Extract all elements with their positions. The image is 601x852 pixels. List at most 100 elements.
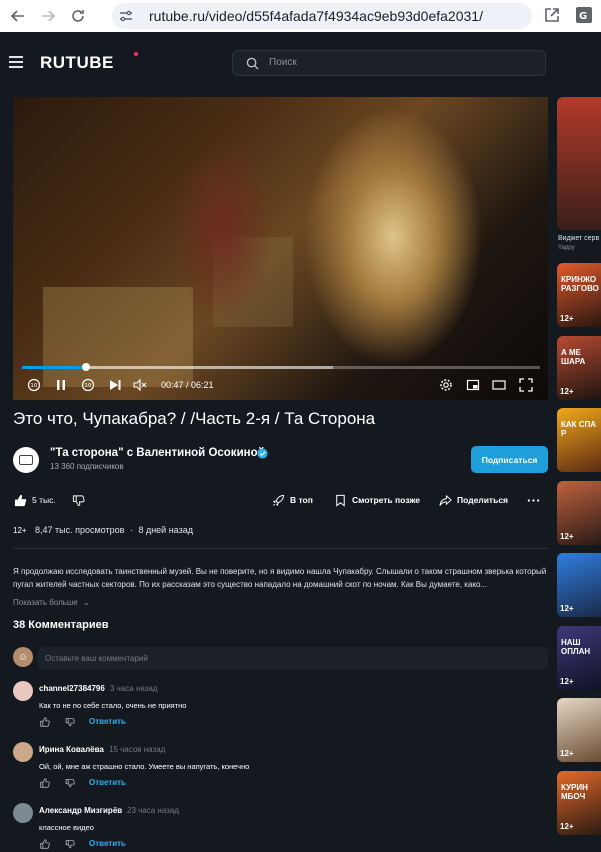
pause-icon[interactable] (54, 378, 68, 392)
watch-later-button[interactable]: Смотреть позже (334, 492, 420, 508)
recommended-video-thumb[interactable]: А МЕ ШАРА 12+ (557, 336, 601, 400)
watch-later-label: Смотреть позже (352, 495, 420, 505)
comment-like-icon[interactable] (40, 778, 50, 788)
thumb-age-badge: 12+ (560, 387, 574, 396)
search-input[interactable]: Поиск (232, 50, 546, 76)
url-text: rutube.ru/video/d55f4afada7f4934ac9eb93d… (149, 8, 483, 24)
back-icon[interactable] (8, 6, 28, 26)
settings-gear-icon[interactable] (439, 378, 453, 392)
thumb-caption: КАК СПА Р (561, 420, 597, 438)
search-placeholder: Поиск (269, 57, 297, 68)
top-button[interactable]: В топ (272, 492, 313, 508)
show-more-label: Показать больше (13, 598, 78, 607)
like-count: 5 тыс. (32, 495, 56, 505)
show-more-link[interactable]: Показать больше ⌄ (13, 598, 90, 607)
rutube-logo[interactable]: RUTUBE (40, 53, 114, 73)
progress-scrubber[interactable] (81, 363, 90, 371)
comment-author[interactable]: Ирина Ковалёва (39, 745, 104, 754)
volume-muted-icon[interactable] (133, 378, 147, 392)
thumb-age-badge: 12+ (560, 604, 574, 613)
hamburger-menu-icon[interactable] (9, 56, 23, 68)
svg-text:10: 10 (84, 383, 91, 389)
comment-dislike-icon[interactable] (65, 717, 75, 727)
translate-icon[interactable]: G (575, 6, 593, 24)
age-rating-badge: 12+ (13, 526, 27, 535)
thumbs-up-icon (14, 494, 27, 506)
video-description: Я продолжаю исследовать таинственный муз… (13, 567, 547, 589)
comments-heading: 38 Комментариев (13, 619, 109, 631)
comment-avatar[interactable] (13, 803, 33, 823)
search-icon (246, 57, 259, 70)
subscribe-button[interactable]: Подписаться (471, 446, 548, 473)
more-options-button[interactable] (527, 492, 540, 508)
verified-badge-icon (257, 448, 268, 459)
widget-title[interactable]: Виджет серв (558, 235, 599, 242)
more-dots-icon (527, 498, 540, 502)
progress-played (22, 366, 86, 369)
comment-text: Ой, ой, мне аж страшно стало. Умеете вы … (39, 762, 250, 771)
share-icon (439, 494, 452, 506)
recommended-video-thumb[interactable]: КУРИН МБОЧ 12+ (557, 771, 601, 835)
comment-reply-button[interactable]: Ответить (89, 839, 126, 848)
recommended-video-thumb[interactable]: КАК СПА Р (557, 408, 601, 472)
comment-like-icon[interactable] (40, 839, 50, 849)
video-frame-detail (43, 287, 193, 387)
recommended-video-thumb[interactable]: НАШ ОПЛАН 12+ (557, 626, 601, 690)
fullscreen-icon[interactable] (519, 378, 533, 392)
comment-time: 15 часов назад (109, 745, 166, 754)
comment-reply-button[interactable]: Ответить (89, 717, 126, 726)
current-user-avatar: ☺ (13, 647, 33, 667)
comment-reply-button[interactable]: Ответить (89, 778, 126, 787)
rewind-10-icon[interactable]: 10 (27, 378, 41, 392)
recommended-video-thumb[interactable]: КРИНЖО РАЗГОВО 12+ (557, 263, 601, 327)
comment-like-icon[interactable] (40, 717, 50, 727)
browser-toolbar: rutube.ru/video/d55f4afada7f4934ac9eb93d… (0, 0, 601, 32)
next-icon[interactable] (108, 378, 122, 392)
logo-dot (134, 52, 138, 56)
svg-text:10: 10 (30, 383, 37, 389)
theater-mode-icon[interactable] (492, 378, 506, 392)
comment-dislike-icon[interactable] (65, 778, 75, 788)
share-button[interactable]: Поделиться (439, 492, 508, 508)
like-button[interactable]: 5 тыс. (14, 492, 56, 508)
picture-in-picture-icon[interactable] (466, 378, 480, 392)
site-settings-icon[interactable] (118, 8, 134, 24)
thumb-age-badge: 12+ (560, 532, 574, 541)
comment-author[interactable]: channel27384796 (39, 684, 105, 693)
view-count: 8,47 тыс. просмотров (35, 525, 125, 535)
thumb-caption: КУРИН МБОЧ (561, 783, 588, 801)
thumb-age-badge: 12+ (560, 749, 574, 758)
forward-icon[interactable] (38, 6, 58, 26)
meta-separator: · (129, 525, 133, 535)
video-player[interactable] (13, 97, 548, 400)
dislike-button[interactable] (72, 492, 85, 508)
comment-input[interactable]: Оставьте ваш комментарий (38, 647, 548, 669)
svg-text:G: G (579, 11, 587, 22)
thumbs-down-icon (72, 494, 85, 506)
recommended-video-thumb[interactable]: 12+ (557, 698, 601, 762)
video-frame-detail (303, 107, 483, 367)
channel-name[interactable]: "Та сторона" с Валентиной Осокиной (50, 447, 265, 459)
forward-10-icon[interactable]: 10 (81, 378, 95, 392)
thumb-age-badge: 12+ (560, 677, 574, 686)
subscriber-count: 13 360 подписчиков (50, 462, 124, 471)
share-label: Поделиться (457, 495, 509, 505)
recommended-video-thumb[interactable]: 12+ (557, 481, 601, 545)
view-stats: 8,47 тыс. просмотров · 8 дней назад (35, 525, 193, 535)
comment-avatar[interactable] (13, 742, 33, 762)
comment-dislike-icon[interactable] (65, 839, 75, 849)
thumb-age-badge: 12+ (560, 314, 574, 323)
time-display: 00:47 / 06:21 (161, 380, 214, 390)
address-bar[interactable]: rutube.ru/video/d55f4afada7f4934ac9eb93d… (112, 3, 532, 29)
comment-avatar[interactable] (13, 681, 33, 701)
recommended-video-thumb[interactable]: 12+ (557, 553, 601, 617)
publish-date: 8 дней назад (138, 525, 193, 535)
widget-thumbnail[interactable] (557, 97, 601, 230)
video-progress-bar[interactable] (22, 363, 540, 371)
comment-text: классное видео (39, 823, 94, 832)
comment-author[interactable]: Александр Мизгирёв (39, 806, 122, 815)
video-title: Это что, Чупакабра? / /Часть 2-я / Та Ст… (13, 409, 376, 428)
open-external-icon[interactable] (543, 6, 561, 24)
reload-icon[interactable] (68, 6, 88, 26)
channel-avatar[interactable] (13, 447, 39, 473)
